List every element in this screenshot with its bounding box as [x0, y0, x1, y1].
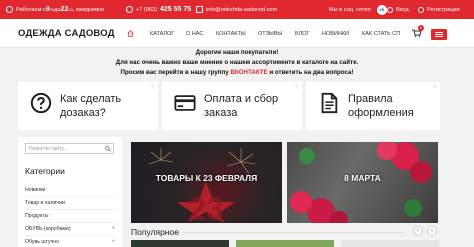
social-label: Мы в соц. сетях:: [329, 6, 372, 13]
popular-next-button[interactable]: ›: [427, 226, 437, 236]
login-label: Вход: [396, 6, 409, 13]
social-block: Мы в соц. сетях: vk: [329, 0, 387, 19]
home-icon[interactable]: [127, 30, 134, 37]
menu-button[interactable]: [431, 29, 447, 40]
feature-line: Как сделать: [60, 93, 122, 105]
feature-line: заказа: [204, 107, 238, 119]
feature-reorder[interactable]: Как сделать дозаказ? ?: [18, 82, 158, 130]
user-plus-icon: [418, 6, 424, 13]
product-card-image[interactable]: [236, 240, 334, 247]
category-item-in-stock[interactable]: Товар в наличии: [25, 197, 115, 210]
announcement-text-post: и ответить на два вопроса!: [267, 69, 354, 76]
search-placeholder: Поиск по сайту...: [29, 146, 68, 152]
help-icon: ?: [433, 85, 436, 91]
user-icon: [387, 6, 393, 13]
announcement-line-1: Дорогие наши покупатели!: [195, 49, 279, 56]
feature-reorder-text: Как сделать дозаказ?: [60, 92, 121, 120]
phone-number: 425 55 75: [160, 6, 192, 13]
clock-icon: [6, 6, 13, 13]
announcement-line-3: Просим вас перейти в нашу группу ВКОНТАК…: [0, 68, 474, 78]
announcement-text-pre: Просим вас перейти в нашу группу: [120, 69, 231, 76]
nav-reviews[interactable]: ОТЗЫВЫ: [258, 31, 282, 37]
feature-line: Правила: [348, 93, 393, 105]
popular-title: Популярное: [131, 227, 179, 237]
site-logo[interactable]: ОДЕЖДА САДОВОД: [18, 28, 115, 39]
feature-rules-text: Правила оформления: [348, 92, 414, 120]
product-card-image[interactable]: [131, 240, 229, 247]
category-item-shoes-single[interactable]: Обувь штучно: [25, 236, 115, 247]
cart-count-badge: 0: [418, 25, 424, 31]
working-hours: Работаем с 9 00 до 22 00 , ежедневно: [6, 0, 104, 19]
banner-feb-23[interactable]: 23 ТОВАРЫ К 23 ФЕВРАЛЯ: [131, 142, 282, 223]
banner-march-8[interactable]: 8 МАРТА: [287, 142, 438, 223]
svg-text:23: 23: [188, 191, 224, 223]
hours-prefix: Работаем с: [16, 6, 46, 13]
search-input[interactable]: Поиск по сайту...: [25, 143, 114, 154]
nav-catalog[interactable]: КАТАЛОГ: [150, 31, 174, 37]
feature-rules[interactable]: Правила оформления ?: [306, 82, 440, 130]
feature-line: оформления: [348, 107, 414, 119]
register-link[interactable]: Регистрация: [418, 0, 460, 19]
menu-bar-icon: [435, 32, 443, 33]
categories-title: Категории: [25, 166, 65, 176]
category-list: Новинки Товар в наличии Продукты ОБУВЬ (…: [25, 184, 115, 247]
category-item-products[interactable]: Продукты: [25, 210, 115, 223]
phone-prefix: +7 (963): [136, 6, 157, 13]
sidebar: Поиск по сайту... Категории Новинки Това…: [18, 137, 122, 247]
nav-new[interactable]: НОВИНКИ: [322, 31, 349, 37]
document-icon: [321, 92, 338, 114]
top-bar: Работаем с 9 00 до 22 00 , ежедневно +7 (9…: [0, 0, 474, 19]
announcement: Дорогие наши покупатели! Для нас очень в…: [0, 48, 474, 78]
menu-bar-icon: [435, 34, 443, 35]
popular-divider: [183, 232, 404, 233]
search-icon[interactable]: [105, 146, 111, 152]
email-address: info@odezhda-sadovod.com: [206, 6, 278, 13]
category-item-shoes-boxes[interactable]: ОБУВЬ (коробами): [25, 223, 115, 236]
mail-icon: [196, 6, 203, 13]
popular-prev-button[interactable]: ‹: [413, 226, 423, 236]
hours-suffix: , ежедневно: [72, 6, 105, 13]
register-label: Регистрация: [427, 6, 460, 13]
banner-feb-23-title: ТОВАРЫ К 23 ФЕВРАЛЯ: [155, 173, 258, 183]
phone-link[interactable]: +7 (963) 425 55 75: [126, 0, 191, 19]
nav-contacts[interactable]: КОНТАКТЫ: [216, 31, 246, 37]
feature-line: дозаказ?: [60, 107, 106, 119]
feature-line: Оплата и сбор: [204, 93, 279, 105]
email-link[interactable]: info@odezhda-sadovod.com: [196, 0, 277, 19]
vk-icon[interactable]: vk: [376, 4, 387, 15]
hours-to: 22: [60, 6, 69, 13]
nav-become-sp[interactable]: КАК СТАТЬ СП: [362, 31, 400, 37]
nav-about[interactable]: О НАС: [186, 31, 203, 37]
help-icon: ?: [295, 85, 298, 91]
feature-payment-text: Оплата и сбор заказа: [204, 92, 278, 120]
credit-card-icon: [174, 95, 196, 111]
site-header: ОДЕЖДА САДОВОД КАТАЛОГ О НАС КОНТАКТЫ ОТ…: [0, 19, 474, 48]
banner-march-8-title: 8 МАРТА: [344, 173, 381, 183]
help-icon: ?: [151, 85, 154, 91]
nav-blog[interactable]: БЛОГ: [295, 31, 309, 37]
feature-payment[interactable]: Оплата и сбор заказа ?: [162, 82, 302, 130]
question-circle-icon: [30, 92, 52, 114]
product-card-image[interactable]: [341, 240, 439, 247]
category-item-new[interactable]: Новинки: [25, 184, 115, 197]
menu-bar-icon: [435, 36, 443, 37]
phone-icon: [126, 6, 133, 13]
vk-group-link[interactable]: ВКОНТАКТЕ: [230, 69, 267, 76]
announcement-line-2: Для нас очень важно ваше мнение о нашем …: [115, 59, 359, 66]
login-link[interactable]: Вход: [387, 0, 409, 19]
